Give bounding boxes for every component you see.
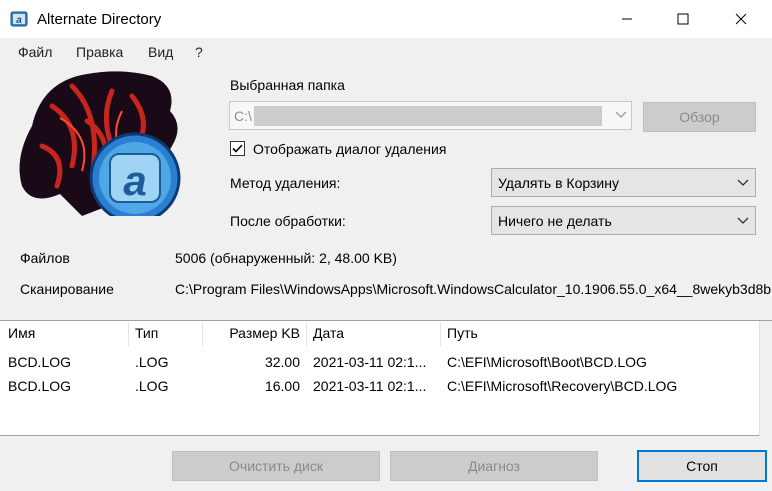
column-header-size[interactable]: Размер KB [210, 321, 300, 347]
menu-edit[interactable]: Правка [76, 44, 123, 60]
column-header-path[interactable]: Путь [447, 321, 478, 347]
close-icon [735, 13, 747, 25]
table-scrollbar[interactable] [759, 321, 772, 437]
scanning-path: C:\Program Files\WindowsApps\Microsoft.W… [175, 281, 772, 297]
column-separator[interactable] [440, 322, 441, 346]
cell-name: BCD.LOG [8, 378, 72, 394]
minimize-button[interactable] [604, 0, 650, 38]
column-separator[interactable] [202, 322, 203, 346]
cell-size: 16.00 [264, 378, 300, 394]
column-header-date[interactable]: Дата [313, 321, 344, 347]
cell-path: C:\EFI\Microsoft\Boot\BCD.LOG [447, 354, 647, 370]
menu-file[interactable]: Файл [18, 44, 52, 60]
cell-date: 2021-03-11 02:1... [313, 378, 427, 394]
after-processing-select[interactable]: Ничего не делать [491, 206, 756, 235]
show-delete-dialog-checkbox[interactable] [230, 141, 245, 156]
app-logo-icon: a [10, 11, 28, 27]
folder-combobox[interactable]: C:\ [229, 101, 632, 130]
window-title: Alternate Directory [37, 11, 162, 28]
menu-help[interactable]: ? [195, 44, 203, 60]
delete-method-select[interactable]: Удалять в Корзину [491, 168, 756, 197]
table-row[interactable]: BCD.LOG .LOG 16.00 2021-03-11 02:1... C:… [0, 375, 759, 399]
diagnose-button[interactable]: Диагноз [390, 451, 598, 481]
title-bar: a Alternate Directory [0, 0, 772, 38]
app-logo-image: a [19, 71, 181, 216]
files-value: 5006 (обнаруженный: 2, 48.00 KB) [175, 250, 397, 266]
cell-path: C:\EFI\Microsoft\Recovery\BCD.LOG [447, 378, 678, 394]
clean-disk-button[interactable]: Очистить диск [172, 451, 380, 481]
column-separator[interactable] [306, 322, 307, 346]
column-separator[interactable] [128, 322, 129, 346]
cell-name: BCD.LOG [8, 354, 72, 370]
chevron-down-icon [737, 179, 749, 186]
delete-method-label: Метод удаления: [230, 175, 341, 191]
cell-type: .LOG [135, 354, 169, 370]
maximize-button[interactable] [660, 0, 706, 38]
minimize-icon [622, 18, 632, 20]
selected-folder-label: Выбранная папка [230, 77, 345, 93]
cell-size: 32.00 [264, 354, 300, 370]
stop-button[interactable]: Стоп [637, 450, 767, 482]
cell-date: 2021-03-11 02:1... [313, 354, 427, 370]
menu-bar: Файл Правка Вид ? [0, 38, 772, 67]
table-row[interactable]: BCD.LOG .LOG 32.00 2021-03-11 02:1... C:… [0, 351, 759, 375]
chevron-down-icon [615, 111, 627, 118]
svg-text:a: a [123, 157, 146, 204]
after-processing-label: После обработки: [230, 213, 346, 229]
after-processing-value: Ничего не делать [498, 213, 612, 229]
folder-value: C:\ [234, 108, 252, 124]
maximize-icon [677, 13, 689, 25]
column-header-type[interactable]: Тип [135, 321, 158, 347]
results-table[interactable]: Имя Тип Размер KB Дата Путь BCD.LOG .LOG… [0, 320, 772, 437]
browse-button[interactable]: Обзор [643, 102, 756, 132]
folder-combobox-fill [254, 106, 602, 126]
files-label: Файлов [20, 250, 70, 266]
checkmark-icon [232, 144, 243, 153]
delete-method-value: Удалять в Корзину [498, 175, 619, 191]
close-button[interactable] [718, 0, 764, 38]
show-delete-dialog-label[interactable]: Отображать диалог удаления [253, 141, 446, 157]
menu-view[interactable]: Вид [148, 44, 173, 60]
scanning-label: Сканирование [20, 281, 114, 297]
chevron-down-icon [737, 217, 749, 224]
column-header-name[interactable]: Имя [8, 321, 35, 347]
svg-text:a: a [16, 15, 22, 26]
cell-type: .LOG [135, 378, 169, 394]
